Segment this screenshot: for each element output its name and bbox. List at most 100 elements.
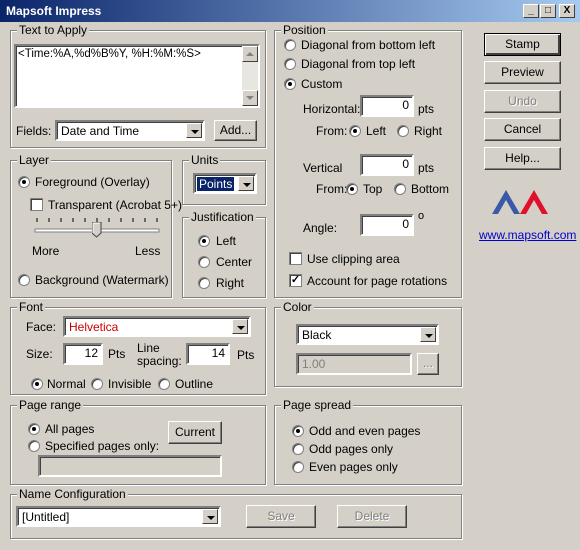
undo-button[interactable]: Undo	[484, 90, 561, 113]
style-normal-label: Normal	[47, 377, 86, 391]
all-pages-radio[interactable]	[28, 423, 40, 435]
from-top-label: Top	[363, 182, 383, 196]
angle-input[interactable]: 0	[360, 214, 414, 236]
scroll-down-icon[interactable]	[242, 90, 258, 106]
clipping-checkbox[interactable]	[289, 252, 302, 265]
font-face-dropdown[interactable]: Helvetica	[63, 316, 251, 337]
degree-unit: o	[418, 210, 425, 222]
diagonal-top-left-label: Diagonal from top left	[301, 57, 416, 71]
vertical-label: Vertical	[303, 161, 343, 175]
page-spread-label: Page spread	[281, 398, 354, 412]
even-only-radio[interactable]	[292, 461, 304, 473]
text-to-apply-input[interactable]: <Time:%A,%d%B%Y, %H:%M:%S>	[14, 44, 260, 108]
help-button[interactable]: Help...	[484, 147, 561, 170]
units-label: Units	[189, 153, 221, 167]
text-scrollbar[interactable]	[242, 46, 258, 106]
chevron-down-icon[interactable]	[238, 176, 254, 191]
background-label: Background (Watermark)	[35, 273, 169, 287]
scroll-up-icon[interactable]	[242, 46, 258, 62]
size-label: Size:	[26, 347, 53, 361]
name-config-dropdown[interactable]: [Untitled]	[16, 506, 221, 527]
minimize-button[interactable]: _	[523, 4, 539, 18]
chevron-down-icon[interactable]	[202, 509, 218, 524]
transparent-checkbox[interactable]	[30, 198, 43, 211]
justify-right-label: Right	[216, 276, 245, 290]
clipping-label: Use clipping area	[307, 252, 400, 266]
odd-even-label: Odd and even pages	[309, 424, 421, 438]
background-radio[interactable]	[18, 274, 30, 286]
page-range-label: Page range	[17, 398, 84, 412]
name-config-value: [Untitled]	[22, 510, 70, 524]
font-label: Font	[17, 300, 46, 314]
save-config-button[interactable]: Save	[246, 505, 316, 528]
justify-right-radio[interactable]	[198, 277, 210, 289]
current-page-button[interactable]: Current	[168, 421, 222, 444]
delete-config-button[interactable]: Delete	[337, 505, 407, 528]
style-outline-label: Outline	[175, 377, 214, 391]
style-invisible-radio[interactable]	[91, 378, 103, 390]
layer-label: Layer	[17, 153, 52, 167]
less-label: Less	[135, 244, 161, 258]
color-group: Color	[274, 300, 462, 387]
odd-even-radio[interactable]	[292, 425, 304, 437]
rotations-checkbox[interactable]: ✓	[289, 274, 302, 287]
name-config-label: Name Configuration	[17, 487, 128, 501]
h-from-label: From:	[316, 124, 348, 138]
diagonal-bottom-left-radio[interactable]	[284, 39, 296, 51]
spacing-unit: Pts	[237, 348, 255, 362]
diagonal-bottom-left-label: Diagonal from bottom left	[301, 38, 436, 52]
title-bar[interactable]: Mapsoft Impress _ □ X	[0, 0, 580, 22]
chevron-down-icon[interactable]	[186, 123, 202, 138]
mapsoft-logo	[492, 186, 552, 216]
angle-label: Angle:	[303, 221, 338, 235]
specified-pages-radio[interactable]	[28, 440, 40, 452]
position-label: Position	[281, 23, 328, 37]
diagonal-top-left-radio[interactable]	[284, 58, 296, 70]
slider-thumb[interactable]	[91, 221, 102, 238]
cancel-button[interactable]: Cancel	[484, 118, 561, 141]
color-value: Black	[302, 328, 332, 342]
color-dropdown[interactable]: Black	[296, 324, 439, 345]
chevron-down-icon[interactable]	[420, 327, 436, 342]
color-opacity-input[interactable]: 1.00	[296, 353, 412, 375]
custom-position-radio[interactable]	[284, 78, 296, 90]
stamp-button[interactable]: Stamp	[484, 33, 561, 56]
close-button[interactable]: X	[559, 4, 575, 18]
chevron-down-icon[interactable]	[232, 319, 248, 334]
rotations-label: Account for page rotations	[307, 274, 448, 288]
units-dropdown[interactable]: Points	[193, 173, 257, 194]
fields-label: Fields:	[16, 124, 52, 138]
color-browse-button[interactable]: ...	[417, 353, 439, 375]
more-label: More	[32, 244, 60, 258]
from-right-radio[interactable]	[397, 125, 409, 137]
style-outline-radio[interactable]	[158, 378, 170, 390]
from-top-radio[interactable]	[346, 183, 358, 195]
horizontal-unit: pts	[418, 102, 435, 116]
from-bottom-radio[interactable]	[394, 183, 406, 195]
opacity-slider[interactable]	[33, 214, 161, 238]
font-size-input[interactable]: 12	[63, 343, 103, 365]
fields-dropdown[interactable]: Date and Time	[55, 120, 205, 141]
add-field-button[interactable]: Add...	[214, 120, 257, 141]
line-spacing-input[interactable]: 14	[186, 343, 230, 365]
from-bottom-label: Bottom	[411, 182, 450, 196]
website-link[interactable]: www.mapsoft.com	[479, 228, 576, 242]
odd-only-radio[interactable]	[292, 443, 304, 455]
justify-left-radio[interactable]	[198, 235, 210, 247]
horizontal-input[interactable]: 0	[360, 95, 414, 117]
odd-only-label: Odd pages only	[309, 442, 394, 456]
vertical-input[interactable]: 0	[360, 154, 414, 176]
justify-center-label: Center	[216, 255, 253, 269]
preview-button[interactable]: Preview	[484, 61, 561, 84]
maximize-button[interactable]: □	[540, 4, 556, 18]
fields-value: Date and Time	[61, 124, 140, 138]
foreground-radio[interactable]	[18, 176, 30, 188]
style-normal-radio[interactable]	[31, 378, 43, 390]
style-invisible-label: Invisible	[108, 377, 152, 391]
units-value: Points	[197, 177, 235, 191]
from-left-radio[interactable]	[349, 125, 361, 137]
specified-pages-input[interactable]	[38, 455, 222, 477]
justify-center-radio[interactable]	[198, 256, 210, 268]
vertical-unit: pts	[418, 161, 435, 175]
window-title: Mapsoft Impress	[6, 4, 102, 18]
